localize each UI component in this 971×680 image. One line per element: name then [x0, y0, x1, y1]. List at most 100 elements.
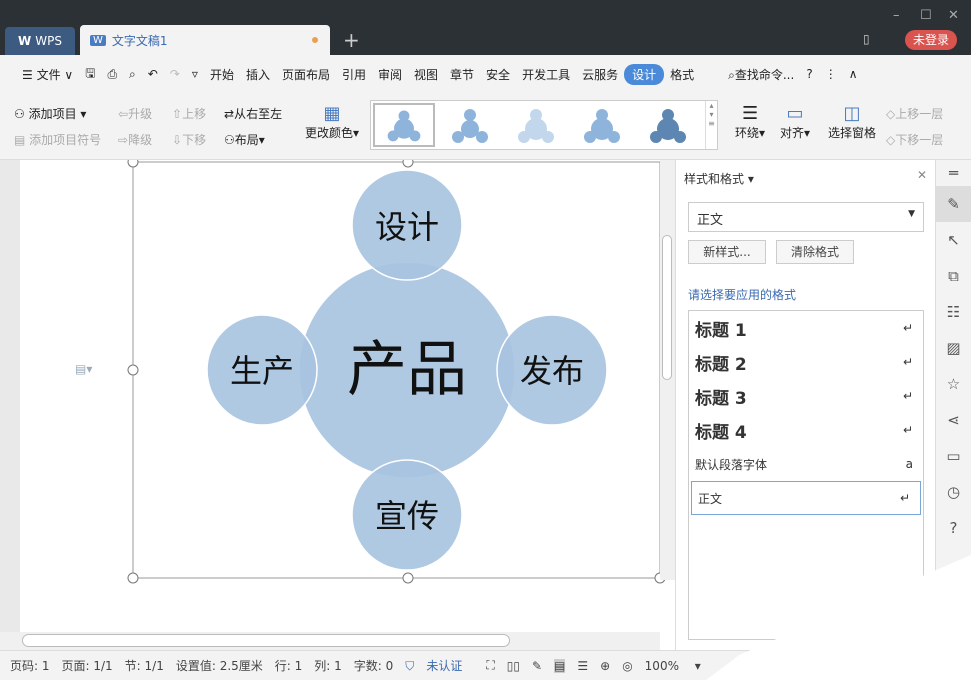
shapes-icon[interactable]: ⧉: [936, 258, 971, 294]
style-item[interactable]: 标题 2 ↵: [689, 345, 923, 379]
menu-references[interactable]: 引用: [336, 66, 372, 83]
style-gallery: ▴ ▾ ≡: [370, 100, 718, 150]
menu-format[interactable]: 格式: [664, 66, 700, 83]
left-margin: [0, 160, 20, 650]
menu-start[interactable]: 开始: [204, 66, 240, 83]
close-button[interactable]: ✕: [948, 8, 959, 23]
word-count[interactable]: 字数: 0: [354, 657, 394, 674]
star-icon[interactable]: ☆: [936, 366, 971, 402]
pane-title[interactable]: 样式和格式 ▾: [684, 170, 754, 187]
style-item[interactable]: 标题 1 ↵: [689, 311, 923, 345]
move-down-button[interactable]: ⇩下移: [172, 131, 206, 148]
horizontal-scrollbar[interactable]: [0, 632, 660, 650]
menu-page-layout[interactable]: 页面布局: [276, 66, 336, 83]
change-color-button[interactable]: ▦ 更改颜色▾: [305, 103, 359, 141]
history-icon[interactable]: ◷: [936, 474, 971, 510]
menu-chapter[interactable]: 章节: [444, 66, 480, 83]
zoom-level[interactable]: 100% ▾: [645, 659, 701, 673]
new-tab-button[interactable]: +: [343, 28, 360, 52]
fullscreen-icon[interactable]: ⛶: [486, 658, 494, 673]
pen-icon[interactable]: ✎: [532, 659, 542, 673]
style-item[interactable]: 默认段落字体 a: [689, 447, 923, 481]
styles-pane: 样式和格式 ▾ ✕ 正文 ▼ 新样式... 清除格式 请选择要应用的格式 标题 1…: [675, 160, 935, 650]
selection-icon: ◫: [843, 103, 861, 124]
settings-icon[interactable]: ☷: [936, 294, 971, 330]
close-pane-icon[interactable]: ✕: [917, 168, 927, 182]
add-bullet-button[interactable]: ▤ 添加项目符号: [14, 131, 101, 148]
style-option-1[interactable]: [373, 103, 435, 147]
layout-button[interactable]: ⚇布局▾: [224, 131, 265, 148]
vertical-scrollbar[interactable]: [660, 160, 675, 580]
login-button[interactable]: 未登录: [905, 30, 957, 50]
menu-security[interactable]: 安全: [480, 66, 516, 83]
align-button[interactable]: ▭ 对齐▾: [780, 103, 810, 141]
menu-developer[interactable]: 开发工具: [516, 66, 576, 83]
collapse-ribbon-icon[interactable]: ∧: [843, 67, 864, 81]
move-up-button[interactable]: ⇧上移: [172, 105, 206, 122]
help-icon[interactable]: ?: [936, 510, 971, 546]
wrap-icon: ☰: [741, 103, 759, 124]
menu-review[interactable]: 审阅: [372, 66, 408, 83]
wrap-button[interactable]: ☰ 环绕▾: [735, 103, 765, 141]
paragraph-mark-icon: ↵: [902, 355, 913, 369]
tab-document[interactable]: W 文字文稿1: [80, 25, 330, 55]
image-icon[interactable]: ▨: [936, 330, 971, 366]
tab-wps[interactable]: W WPS: [5, 27, 75, 55]
label: 更改颜色: [305, 126, 354, 140]
undo-icon[interactable]: ↶: [142, 67, 164, 81]
style-option-5[interactable]: [637, 103, 699, 147]
print-icon[interactable]: ⎙: [101, 67, 123, 82]
outline-view-icon[interactable]: ☰: [577, 659, 588, 673]
gallery-scroll[interactable]: ▴ ▾ ≡: [705, 101, 717, 149]
redo-icon[interactable]: ↷: [164, 67, 186, 81]
scroll-thumb[interactable]: [662, 235, 672, 380]
share-icon[interactable]: ⋖: [936, 402, 971, 438]
edit-icon[interactable]: ✎: [936, 186, 971, 222]
menu-cloud[interactable]: 云服务: [576, 66, 624, 83]
layout-options-icon[interactable]: ▤▾: [75, 362, 92, 376]
file-menu[interactable]: ☰ 文件 ∨: [16, 66, 79, 83]
page-view-icon[interactable]: ▤: [554, 658, 566, 673]
promote-button[interactable]: ⇦升级: [118, 105, 152, 122]
section: 节: 1/1: [124, 659, 164, 673]
setting-value[interactable]: 设置值: 2.5厘米: [176, 657, 263, 674]
minimize-button[interactable]: –: [893, 8, 900, 23]
style-item[interactable]: 正文 ↵: [691, 481, 921, 515]
label: 从右至左: [234, 107, 283, 121]
reading-mode-icon[interactable]: ▯▯: [507, 659, 520, 673]
more-options-icon[interactable]: ⋮: [819, 67, 843, 81]
bring-forward-button[interactable]: ◇上移一层: [886, 105, 943, 122]
menu-design[interactable]: 设计: [624, 63, 665, 85]
send-backward-button[interactable]: ◇下移一层: [886, 131, 943, 148]
more-icon[interactable]: ▿: [186, 67, 204, 81]
search-command[interactable]: ⌕查找命令...: [722, 66, 800, 83]
eye-protect-icon[interactable]: ◎: [622, 659, 632, 673]
writer-doc-icon: W: [90, 34, 106, 46]
paragraph-mark-icon: ↵: [902, 321, 913, 335]
scroll-thumb[interactable]: [22, 634, 510, 647]
right-to-left-button[interactable]: ⇄从右至左: [224, 105, 282, 122]
web-view-icon[interactable]: ⊕: [600, 659, 610, 673]
preview-icon[interactable]: ⌕: [123, 67, 142, 82]
current-style-select[interactable]: 正文 ▼: [688, 202, 924, 232]
select-icon[interactable]: ↖: [936, 222, 971, 258]
clear-format-button[interactable]: 清除格式: [776, 240, 854, 264]
style-option-2[interactable]: [439, 103, 501, 147]
auth-status[interactable]: ⛉ 未认证: [405, 657, 474, 674]
style-item[interactable]: 标题 4 ↵: [689, 413, 923, 447]
new-style-button[interactable]: 新样式...: [688, 240, 766, 264]
maximize-button[interactable]: ☐: [920, 8, 932, 23]
demote-button[interactable]: ⇨降级: [118, 131, 152, 148]
style-option-4[interactable]: [571, 103, 633, 147]
style-option-3[interactable]: [505, 103, 567, 147]
menu-view[interactable]: 视图: [408, 66, 444, 83]
save-icon[interactable]: 🖫: [79, 64, 101, 85]
layout-icon[interactable]: ▯: [863, 32, 870, 46]
smartart-diagram[interactable]: 产品 设计 生产 发布 宣传: [120, 160, 665, 590]
selection-pane-button[interactable]: ◫ 选择窗格: [828, 103, 876, 141]
help-button[interactable]: ?: [800, 67, 818, 81]
add-item-button[interactable]: ⚇ 添加项目 ▾: [14, 105, 86, 122]
menu-insert[interactable]: 插入: [240, 66, 276, 83]
style-item[interactable]: 标题 3 ↵: [689, 379, 923, 413]
archive-icon[interactable]: ▭: [936, 438, 971, 474]
